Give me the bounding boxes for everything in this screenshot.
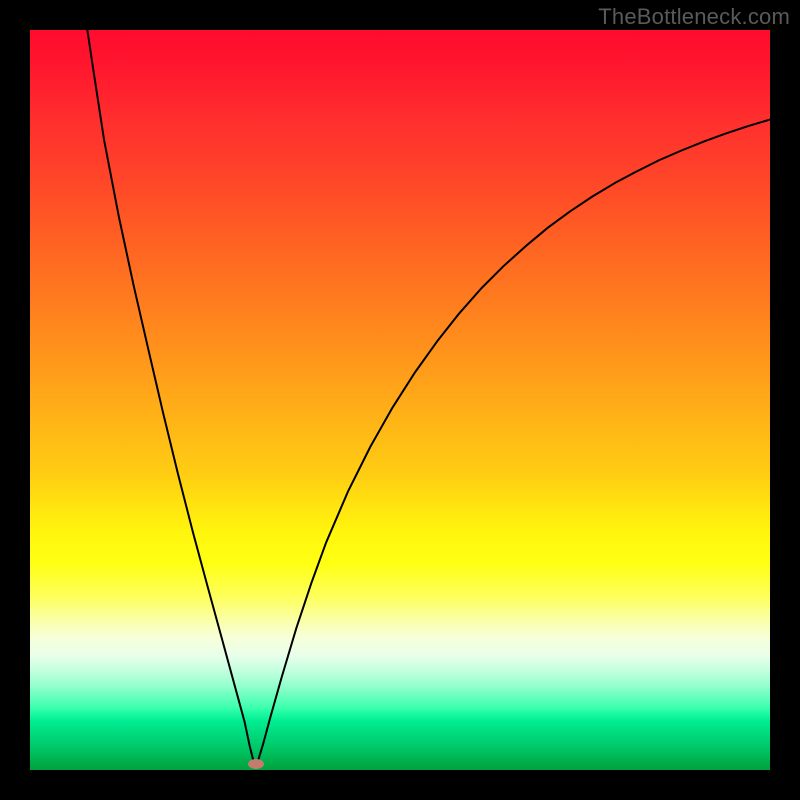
attribution-text: TheBottleneck.com xyxy=(598,4,790,30)
plot-area xyxy=(30,30,770,770)
chart-frame: TheBottleneck.com xyxy=(0,0,800,800)
bottleneck-curve xyxy=(71,30,770,766)
curve-svg xyxy=(30,30,770,770)
minimum-marker xyxy=(248,759,264,769)
